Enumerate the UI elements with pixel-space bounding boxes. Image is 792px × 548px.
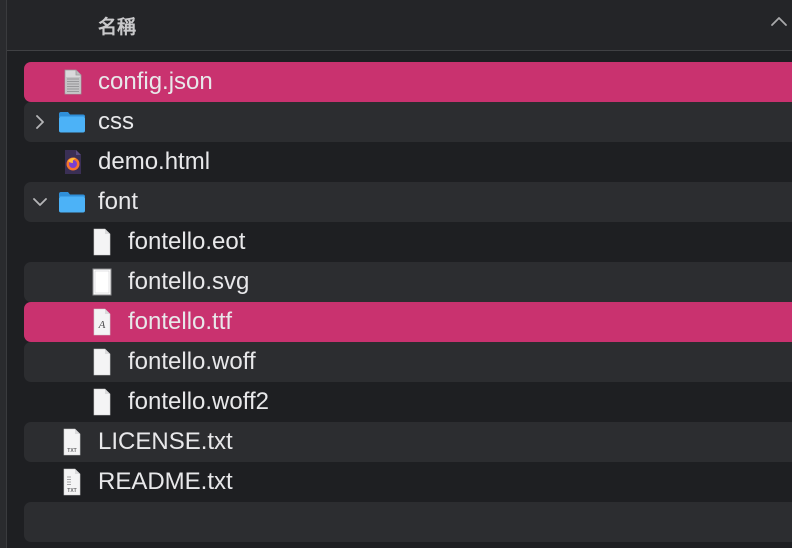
list-item[interactable]: config.json	[24, 62, 792, 102]
folder-icon	[59, 192, 85, 213]
list-item[interactable]: fontello.woff2	[24, 382, 792, 422]
file-name-label: fontello.svg	[128, 268, 250, 295]
font-glyph-letter: A	[98, 319, 106, 331]
list-item[interactable]: css	[24, 102, 792, 142]
txt-file-icon: TXT	[63, 428, 81, 456]
file-name-label: LICENSE.txt	[98, 428, 233, 455]
file-list: config.json css demo.html font fontello.…	[24, 62, 792, 542]
svg-file-icon	[92, 268, 112, 296]
file-name-label: config.json	[98, 68, 213, 95]
file-name-label: fontello.woff2	[128, 388, 269, 415]
file-name-label: demo.html	[98, 148, 211, 175]
list-item[interactable]: A fontello.ttf	[24, 302, 792, 342]
file-name-label: README.txt	[98, 468, 233, 495]
chevron-down-icon[interactable]	[31, 194, 47, 210]
document-icon	[93, 348, 111, 376]
window-left-edge	[0, 0, 7, 548]
list-item[interactable]: TXT README.txt	[24, 462, 792, 502]
file-name-label: css	[98, 108, 134, 135]
list-item[interactable]: font	[24, 182, 792, 222]
firefox-html-file-icon	[65, 150, 81, 174]
document-icon	[93, 388, 111, 416]
sort-ascending-chevron-icon[interactable]	[770, 14, 788, 28]
finder-list-view: 名稱 config.json css demo.html font fontel…	[0, 0, 792, 548]
list-item[interactable]: TXT LICENSE.txt	[24, 422, 792, 462]
txt-file-icon: TXT	[63, 468, 81, 496]
file-name-label: fontello.woff	[128, 348, 256, 375]
txt-badge-text: TXT	[67, 448, 76, 454]
chevron-right-icon[interactable]	[33, 114, 47, 130]
document-icon	[93, 228, 111, 256]
list-item[interactable]: fontello.woff	[24, 342, 792, 382]
list-item[interactable]: fontello.eot	[24, 222, 792, 262]
list-item[interactable]: fontello.svg	[24, 262, 792, 302]
font-file-icon: A	[93, 308, 111, 336]
name-column-header[interactable]: 名稱	[98, 12, 136, 39]
empty-list-row	[24, 502, 792, 542]
file-name-label: font	[98, 188, 139, 215]
json-file-icon	[64, 69, 82, 95]
file-name-label: fontello.eot	[128, 228, 246, 255]
txt-badge-text: TXT	[67, 488, 76, 494]
file-name-label: fontello.ttf	[128, 308, 233, 335]
list-item[interactable]: demo.html	[24, 142, 792, 182]
folder-icon	[59, 112, 85, 133]
column-header[interactable]: 名稱	[7, 0, 792, 51]
